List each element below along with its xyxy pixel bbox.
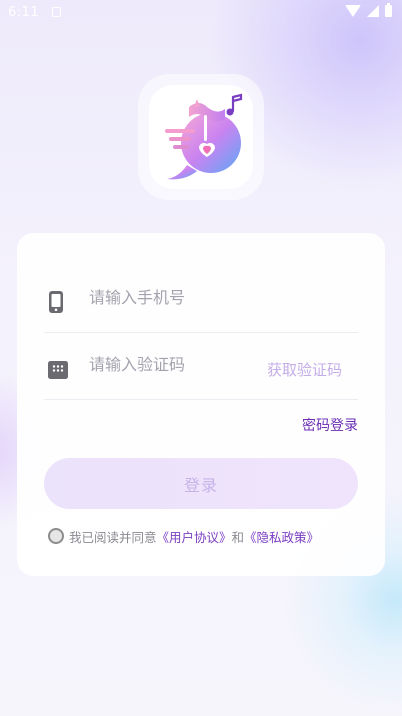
get-code-button[interactable]: 获取验证码 <box>267 359 342 380</box>
privacy-policy-link[interactable]: 《隐私政策》 <box>244 527 319 546</box>
signal-icon <box>367 5 379 17</box>
app-logo <box>149 85 253 189</box>
status-time: 6:11 <box>8 5 40 20</box>
user-agreement-link[interactable]: 《用户协议》 <box>157 527 232 546</box>
agreement-prefix: 我已阅读并同意 <box>69 529 157 545</box>
notification-icon <box>52 7 61 17</box>
status-bar: 6:11 <box>0 0 402 26</box>
agreement-and: 和 <box>231 529 245 545</box>
agreement-row: 我已阅读并同意 《用户协议》 和 《隐私政策》 <box>48 525 319 547</box>
code-field-row: 获取验证码 <box>44 333 358 400</box>
phone-field-row <box>44 266 358 333</box>
login-button[interactable]: 登录 <box>44 458 358 509</box>
login-card: 获取验证码 密码登录 登录 我已阅读并同意 《用户协议》 和 《隐私政策》 <box>17 233 385 576</box>
wifi-icon <box>345 5 361 17</box>
music-chat-logo-icon <box>165 93 243 180</box>
code-input[interactable] <box>89 355 249 374</box>
status-indicators <box>345 3 392 17</box>
battery-icon <box>385 3 392 17</box>
keypad-icon <box>48 361 68 379</box>
app-logo-frame <box>139 75 263 199</box>
agreement-checkbox[interactable] <box>48 528 64 544</box>
mobile-phone-icon <box>49 291 63 313</box>
password-login-link[interactable]: 密码登录 <box>302 415 358 435</box>
phone-input[interactable] <box>89 288 249 307</box>
